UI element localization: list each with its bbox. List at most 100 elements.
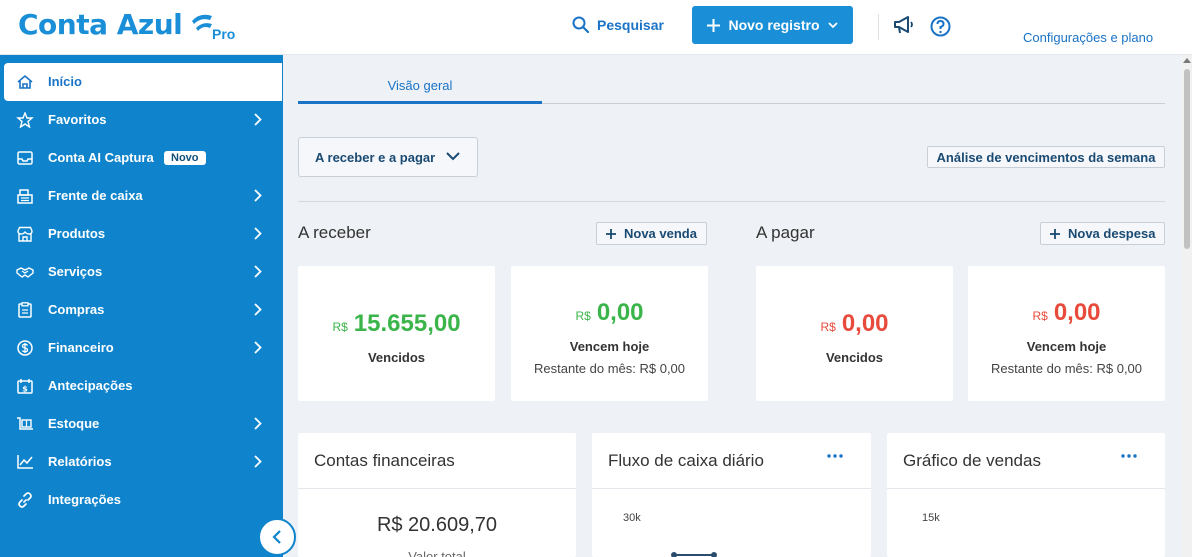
sidebar-item-relatorios[interactable]: Relatórios <box>0 443 283 481</box>
receivable-overdue-card[interactable]: R$ 15.655,00 Vencidos <box>298 266 495 401</box>
home-icon <box>17 74 33 89</box>
receivable-today-card[interactable]: R$ 0,00 Vencem hoje Restante do mês: R$ 0… <box>511 266 708 401</box>
more-options-icon[interactable] <box>1121 453 1137 459</box>
amount: R$ 0,00 <box>756 310 953 338</box>
chevron-right-icon <box>254 303 262 316</box>
new-record-button[interactable]: Novo registro <box>692 6 853 44</box>
accounts-total: R$ 20.609,70 <box>376 514 498 536</box>
value: 0,00 <box>841 310 889 337</box>
scroll-thumb[interactable] <box>1184 69 1190 249</box>
chevron-right-icon <box>254 189 262 202</box>
sidebar: Início Favoritos Conta AI Captura Novo F… <box>0 55 283 557</box>
sidebar-item-inicio[interactable]: Início <box>4 63 282 101</box>
plan-badge: Pro <box>212 26 236 42</box>
amount: R$ 15.655,00 <box>298 310 495 338</box>
weekly-analysis-button[interactable]: Análise de vencimentos da semana <box>927 146 1165 168</box>
sidebar-item-estoque[interactable]: Estoque <box>0 405 283 443</box>
chart-line-icon <box>17 455 33 469</box>
tab-visao-geral[interactable]: Visão geral <box>298 74 542 104</box>
panel-title: Contas financeiras <box>314 451 455 470</box>
scrollbar[interactable] <box>1182 55 1192 557</box>
sidebar-item-label: Estoque <box>48 416 100 431</box>
chevron-left-icon <box>272 530 281 544</box>
sidebar-item-produtos[interactable]: Produtos <box>0 215 283 253</box>
divider <box>298 201 1165 202</box>
panel-header: Fluxo de caixa diário <box>592 433 871 489</box>
sidebar-item-favoritos[interactable]: Favoritos <box>0 101 283 139</box>
new-badge: Novo <box>164 151 206 165</box>
search-icon <box>572 16 589 33</box>
receivable-title: A receber <box>298 223 371 242</box>
chevron-right-icon <box>254 341 262 354</box>
new-record-label: Novo registro <box>728 17 820 33</box>
sidebar-item-frente-de-caixa[interactable]: Frente de caixa <box>0 177 283 215</box>
value: 0,00 <box>596 299 644 326</box>
divider <box>878 14 879 40</box>
more-options-icon[interactable] <box>827 453 843 459</box>
value: 0,00 <box>1053 299 1101 326</box>
help-icon[interactable] <box>930 16 951 37</box>
sidebar-item-label: Início <box>48 74 82 89</box>
panel-title: Gráfico de vendas <box>903 451 1041 470</box>
sidebar-item-antecipacoes[interactable]: $ Antecipações <box>0 367 283 405</box>
month-remaining: Restante do mês: R$ 0,00 <box>990 361 1143 376</box>
search-button[interactable]: Pesquisar <box>572 16 664 33</box>
dollar-icon <box>17 340 33 356</box>
period-filter-select[interactable]: A receber e a pagar <box>298 137 478 177</box>
new-sale-button[interactable]: Nova venda <box>596 222 707 245</box>
sidebar-item-financeiro[interactable]: Financeiro <box>0 329 283 367</box>
handshake-icon <box>16 267 34 278</box>
megaphone-icon[interactable] <box>893 15 915 35</box>
panel-title: Fluxo de caixa diário <box>608 451 764 470</box>
search-label: Pesquisar <box>597 16 664 33</box>
y-axis-tick: 30k <box>623 512 641 524</box>
sidebar-item-label: Compras <box>48 302 105 317</box>
sidebar-item-conta-ai-captura[interactable]: Conta AI Captura Novo <box>0 139 283 177</box>
top-bar: Conta Azul Pro Pesquisar Novo registro C… <box>0 0 1192 55</box>
filter-value: A receber e a pagar <box>315 149 436 165</box>
accounts-total-label: Valor total <box>408 549 466 557</box>
active-tab-indicator <box>298 101 542 104</box>
collapse-sidebar-button[interactable] <box>258 518 296 556</box>
sidebar-item-label: Produtos <box>48 226 106 241</box>
sidebar-item-label: Favoritos <box>48 112 107 127</box>
value: 15.655,00 <box>353 310 461 337</box>
new-expense-button[interactable]: Nova despesa <box>1040 222 1166 245</box>
sidebar-item-compras[interactable]: Compras <box>0 291 283 329</box>
payable-title: A pagar <box>756 223 815 242</box>
chevron-right-icon <box>254 265 262 278</box>
payable-today-card[interactable]: R$ 0,00 Vencem hoje Restante do mês: R$ 0… <box>968 266 1165 401</box>
panel-header: Contas financeiras <box>298 433 576 489</box>
accounts-panel: Contas financeiras R$ 20.609,70 Valor to… <box>298 433 576 557</box>
warehouse-icon <box>17 417 33 430</box>
logo[interactable]: Conta Azul <box>18 8 214 41</box>
clipboard-icon <box>18 302 32 318</box>
cashflow-line-preview <box>671 552 717 557</box>
panel-header: Gráfico de vendas <box>887 433 1165 489</box>
calendar-money-icon: $ <box>17 379 33 394</box>
chevron-right-icon <box>254 417 262 430</box>
card-label: Vencem hoje <box>1026 339 1107 354</box>
cashflow-panel: Fluxo de caixa diário 30k <box>592 433 871 557</box>
chevron-down-icon <box>446 152 460 161</box>
svg-text:$: $ <box>22 385 28 394</box>
new-sale-label: Nova venda <box>624 226 697 241</box>
card-label: Vencem hoje <box>569 339 650 354</box>
chevron-right-icon <box>254 227 262 240</box>
sidebar-item-integracoes[interactable]: Integrações <box>0 481 283 519</box>
scroll-up-arrow-icon[interactable] <box>1183 58 1191 63</box>
currency: R$ <box>332 320 348 334</box>
chevron-down-icon <box>827 21 838 28</box>
y-axis-tick: 15k <box>922 512 940 524</box>
currency: R$ <box>820 320 836 334</box>
sidebar-item-servicos[interactable]: Serviços <box>0 253 283 291</box>
store-icon <box>17 226 33 242</box>
settings-link[interactable]: Configurações e plano <box>1023 30 1153 45</box>
star-icon <box>16 112 34 128</box>
chevron-right-icon <box>254 113 262 126</box>
amount: R$ 0,00 <box>968 299 1165 327</box>
plus-icon <box>707 18 721 32</box>
payable-overdue-card[interactable]: R$ 0,00 Vencidos <box>756 266 953 401</box>
month-remaining: Restante do mês: R$ 0,00 <box>533 361 686 376</box>
sidebar-item-label: Frente de caixa <box>48 188 143 203</box>
